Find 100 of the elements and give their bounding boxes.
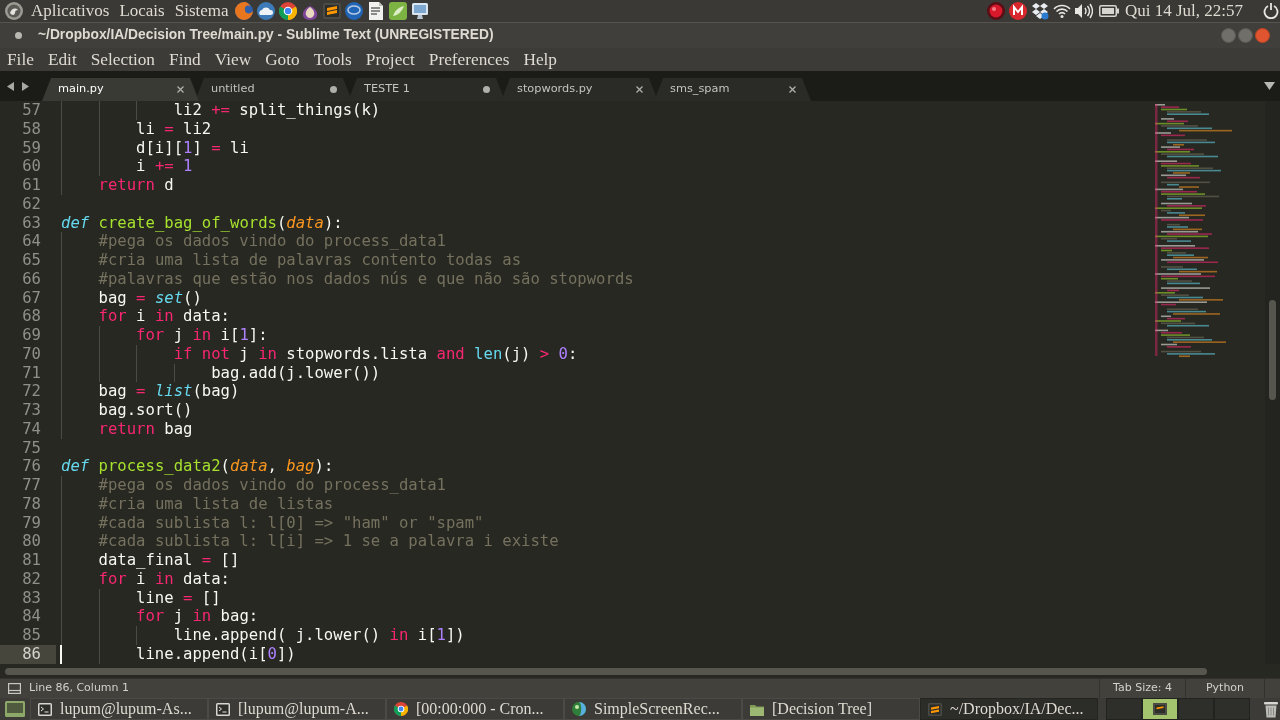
code-line: #cada sublista l: l[0] => "ham" or "spam": [98, 513, 484, 533]
menu-item[interactable]: Goto: [258, 48, 307, 71]
folder-icon: [750, 702, 764, 716]
horizontal-scrollbar[interactable]: [5, 667, 1207, 675]
panel-menu[interactable]: Aplicativos: [26, 0, 115, 22]
tab-list-button[interactable]: [1263, 81, 1275, 91]
caret-right-icon: [22, 81, 29, 91]
line-number: 67: [21, 288, 42, 308]
code-line: for j in bag:: [136, 607, 259, 626]
line-number: 60: [21, 157, 42, 176]
ring-icon[interactable]: [278, 2, 297, 20]
tab[interactable]: untitled: [195, 78, 352, 101]
taskbar-item[interactable]: [lupum@lupum-A...: [208, 698, 386, 720]
code-line: def create_bag_of_words(data):: [61, 213, 343, 233]
taskbar-item[interactable]: [00:00:000 - Cron...: [386, 698, 564, 720]
wifi-icon[interactable]: [1052, 4, 1071, 18]
tile-icon: [928, 702, 942, 716]
cursor-position-text: Line 86, Column 1: [29, 680, 130, 697]
emblem-icon[interactable]: [5, 2, 23, 20]
line-number: 80: [21, 532, 42, 551]
line-number: 82: [21, 569, 42, 589]
close-icon[interactable]: [177, 86, 184, 93]
code-line: bag.sort(): [98, 401, 193, 420]
close-icon[interactable]: [789, 86, 796, 93]
close-button[interactable]: [1255, 28, 1270, 43]
line-number: 61: [21, 176, 42, 195]
window-title: ~/Dropbox/IA/Decision Tree/main.py - Sublime Text (UNREGISTERED): [38, 26, 494, 45]
tab[interactable]: TESTE 1: [348, 78, 505, 101]
close-icon[interactable]: [636, 86, 643, 93]
caret-down-icon: [1263, 82, 1275, 90]
terminal-icon: [216, 702, 230, 716]
taskbar-item[interactable]: lupum@lupum-As...: [30, 698, 208, 720]
badge-icon[interactable]: [1008, 2, 1027, 20]
menu-item[interactable]: View: [207, 48, 259, 71]
panel-icon[interactable]: [8, 683, 21, 694]
code-line: if not j in stopwords.lista and len(j) > 0:: [173, 344, 578, 364]
panel-menu[interactable]: Sistema: [169, 0, 234, 22]
menu-item[interactable]: Preferences: [421, 48, 517, 71]
code-line: for i in data:: [98, 307, 230, 326]
box-icon[interactable]: [1030, 2, 1049, 20]
line-number: 72: [21, 382, 42, 401]
tab-scroll-right-button[interactable]: [21, 81, 30, 91]
menu-item[interactable]: File: [0, 48, 41, 71]
document-icon[interactable]: [366, 2, 385, 20]
menu-item[interactable]: Help: [516, 48, 564, 71]
taskbar-item[interactable]: SimpleScreenRec...: [564, 698, 742, 720]
power-icon[interactable]: [1263, 3, 1279, 19]
battery-icon[interactable]: [1098, 5, 1119, 17]
line-number: 70: [21, 344, 42, 364]
line-number: 74: [21, 419, 42, 439]
globe-icon[interactable]: [234, 2, 253, 20]
tile-icon[interactable]: [322, 2, 341, 20]
code-line: data_final = []: [98, 551, 240, 570]
monitor-icon[interactable]: [410, 2, 429, 20]
desktop-icon: [5, 701, 25, 717]
menu-item[interactable]: Find: [162, 48, 208, 71]
globe-icon: [572, 702, 586, 716]
menu-item[interactable]: Tools: [306, 48, 359, 71]
code-line: bag = list(bag): [98, 382, 240, 401]
line-number: 85: [21, 626, 42, 645]
line-number: 63: [21, 213, 42, 233]
code-line: return d: [98, 176, 174, 195]
line-number: 81: [21, 551, 42, 570]
menu-item[interactable]: Selection: [83, 48, 162, 71]
clock-text[interactable]: Qui 14 Jul, 22:57: [1124, 0, 1243, 22]
dot-icon[interactable]: [15, 32, 22, 39]
taskbar-item[interactable]: ~/Dropbox/IA/Dec...: [920, 698, 1098, 720]
code-line: line.append(i[0]): [136, 644, 296, 664]
caret-left-icon: [7, 81, 14, 91]
menu-item[interactable]: Edit: [40, 48, 84, 71]
trash-icon[interactable]: [1264, 700, 1278, 718]
line-number: 83: [21, 588, 42, 608]
code-line: #pega os dados vindo do process_data1: [98, 476, 446, 495]
tab-scroll-left-button[interactable]: [6, 81, 15, 91]
tab[interactable]: sms_spam: [654, 78, 811, 101]
tab[interactable]: main.py: [42, 78, 199, 101]
line-number: 62: [21, 194, 42, 214]
vertical-scrollbar[interactable]: [1269, 300, 1276, 400]
line-number: 76: [21, 457, 42, 476]
tab[interactable]: stopwords.py: [501, 78, 658, 101]
code-line: bag.add(j.lower()): [211, 363, 381, 383]
code-line: d[i][1] = li: [136, 138, 249, 158]
cloud-icon[interactable]: [256, 2, 275, 20]
menu-item[interactable]: Project: [358, 48, 422, 71]
sphere-icon[interactable]: [344, 2, 363, 20]
line-number: 77: [21, 476, 42, 495]
record-icon[interactable]: [986, 2, 1005, 20]
ring-icon: [394, 702, 408, 716]
line-number: 64: [21, 232, 42, 251]
line-number: 71: [21, 363, 42, 383]
workspace-button[interactable]: [1142, 698, 1178, 720]
speaker-icon[interactable]: [1074, 3, 1093, 19]
code-line: bag = set(): [98, 288, 202, 308]
code-line: #palavras que estão nos dados nús e que não são stopwords: [98, 269, 634, 289]
panel-menu[interactable]: Locais: [114, 0, 170, 22]
code-line: #cada sublista l: l[i] => 1 se a palavra i existe: [98, 532, 559, 551]
code-line: def process_data2(data, bag):: [61, 457, 334, 476]
leaf-icon[interactable]: [388, 2, 407, 20]
taskbar-item[interactable]: [Decision Tree]: [742, 698, 920, 720]
terminal-icon: [38, 702, 52, 716]
